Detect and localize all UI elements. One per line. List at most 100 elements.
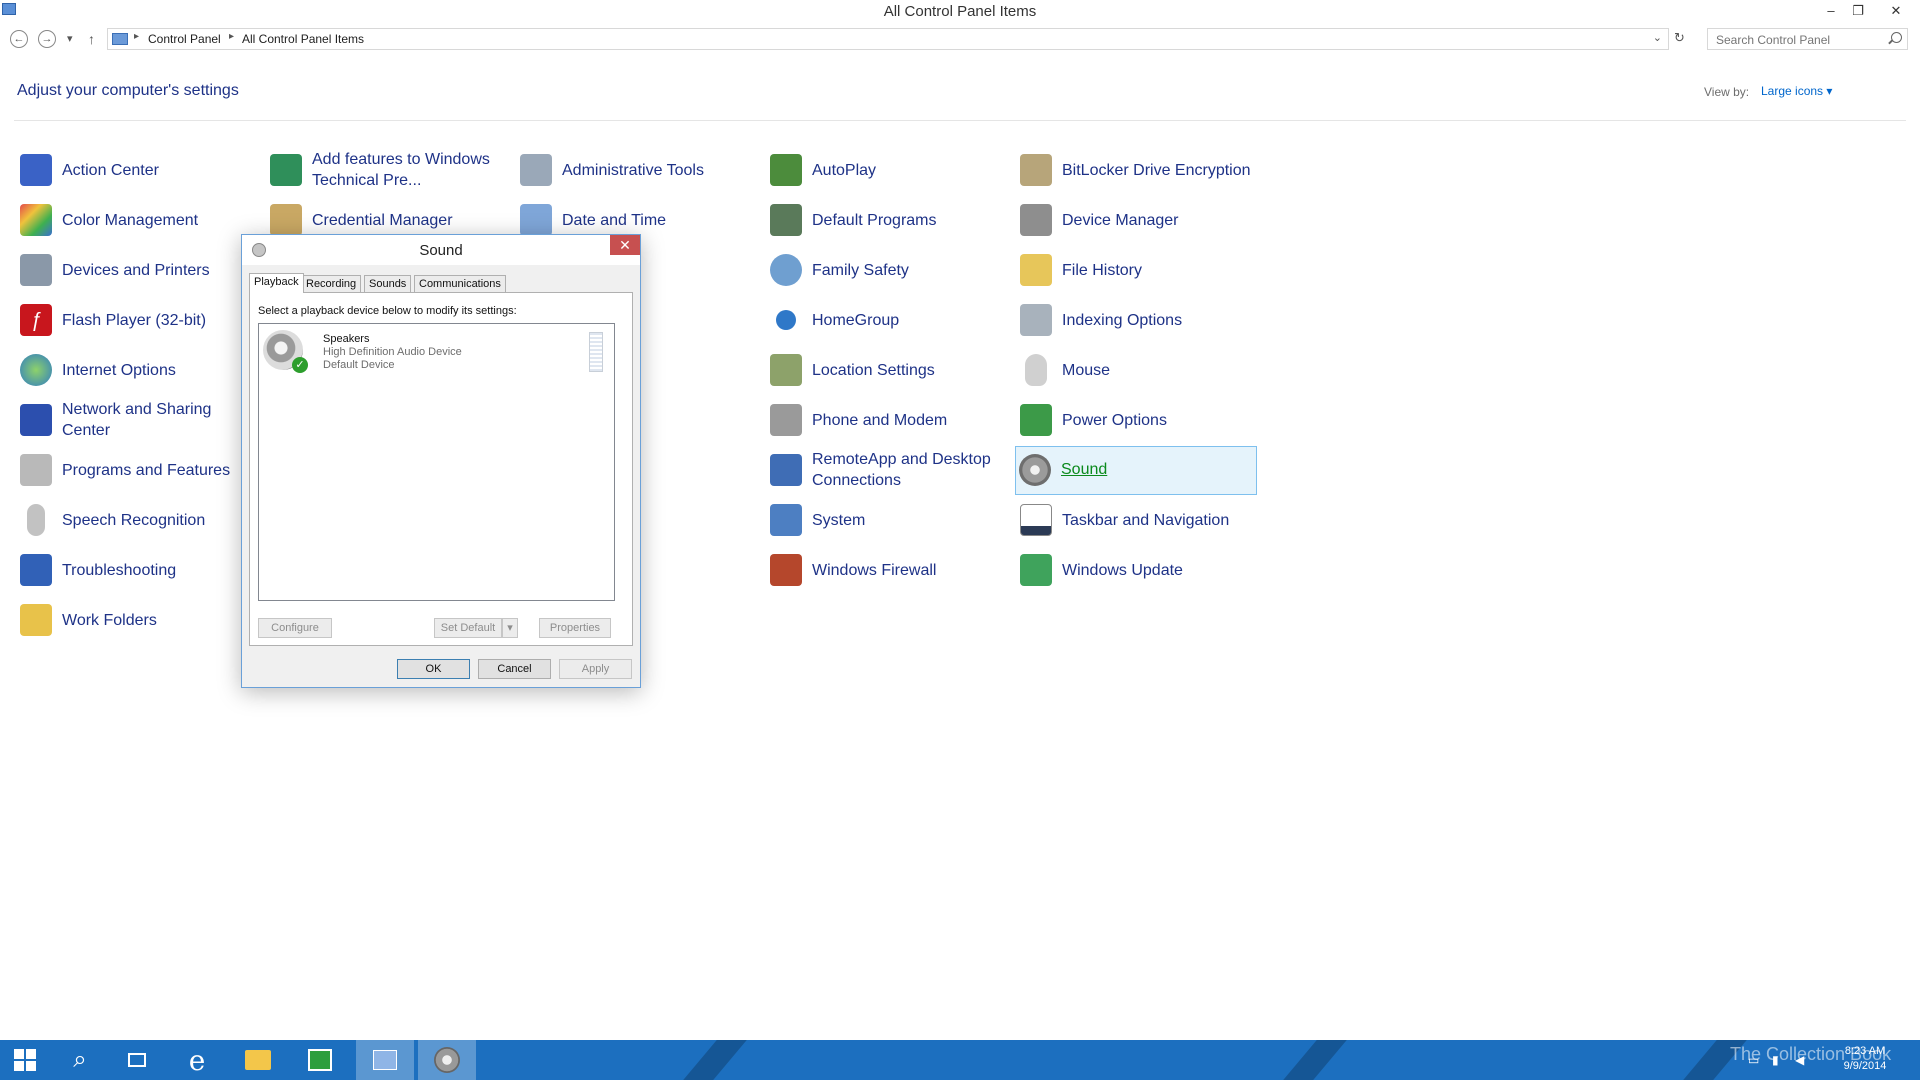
item-bitlocker[interactable]: BitLocker Drive Encryption — [1017, 148, 1262, 192]
start-button[interactable] — [0, 1040, 50, 1080]
item-windows-update[interactable]: Windows Update — [1017, 548, 1262, 592]
cancel-button[interactable]: Cancel — [478, 659, 551, 679]
properties-button[interactable]: Properties — [539, 618, 611, 638]
set-default-button[interactable]: Set Default — [434, 618, 502, 638]
close-window-button[interactable]: ✕ — [1883, 0, 1909, 22]
item-devices-printers[interactable]: Devices and Printers — [17, 248, 262, 292]
back-button[interactable]: ← — [10, 30, 28, 48]
item-power-options[interactable]: Power Options — [1017, 398, 1262, 442]
device-status: Default Device — [323, 359, 395, 371]
task-view-button[interactable] — [112, 1040, 162, 1080]
item-indexing-options[interactable]: Indexing Options — [1017, 298, 1262, 342]
item-speech-recognition[interactable]: Speech Recognition — [17, 498, 262, 542]
search-icon[interactable] — [1891, 32, 1902, 43]
item-phone-modem[interactable]: Phone and Modem — [767, 398, 1012, 442]
homegroup-icon — [776, 310, 796, 330]
address-dropdown-icon[interactable]: ⌄ — [1653, 31, 1662, 44]
color-management-icon — [20, 204, 52, 236]
file-history-icon — [1020, 254, 1052, 286]
item-programs-features[interactable]: Programs and Features — [17, 448, 262, 492]
item-mouse[interactable]: Mouse — [1017, 348, 1262, 392]
volume-tray-icon[interactable]: ◀ — [1795, 1053, 1804, 1080]
item-default-programs[interactable]: Default Programs — [767, 198, 1012, 242]
action-center-tray-icon[interactable]: ▭ — [1748, 1053, 1759, 1080]
address-bar[interactable]: ▸ Control Panel ▸ All Control Panel Item… — [107, 28, 1669, 50]
recent-locations-button[interactable]: ▾ — [67, 30, 73, 48]
set-default-dropdown-button[interactable]: ▾ — [502, 618, 518, 638]
item-windows-firewall[interactable]: Windows Firewall — [767, 548, 1012, 592]
file-explorer-button[interactable] — [233, 1040, 283, 1080]
control-panel-icon — [112, 33, 128, 45]
control-panel-taskbar-button[interactable] — [356, 1040, 414, 1080]
default-check-icon: ✓ — [292, 357, 308, 373]
up-button[interactable]: ↑ — [88, 30, 95, 48]
breadcrumb-all-items[interactable]: All Control Panel Items — [242, 32, 364, 46]
tab-recording[interactable]: Recording — [301, 275, 362, 292]
item-add-features[interactable]: Add features to Windows Technical Pre... — [267, 148, 512, 192]
folder-icon — [245, 1050, 271, 1070]
taskbar: ⌕ e The Collection Book ▭ ▮ ◀ 8:23 AM 9/… — [0, 1040, 1920, 1080]
view-by-dropdown[interactable]: Large icons ▾ — [1761, 84, 1832, 98]
item-flash-player[interactable]: ƒ Flash Player (32-bit) — [17, 298, 262, 342]
sound-taskbar-button[interactable] — [418, 1040, 476, 1080]
family-safety-icon — [770, 254, 802, 286]
item-work-folders[interactable]: Work Folders — [17, 598, 262, 642]
refresh-icon[interactable]: ↻ — [1674, 30, 1685, 46]
item-taskbar-navigation[interactable]: Taskbar and Navigation — [1017, 498, 1262, 542]
item-action-center[interactable]: Action Center — [17, 148, 262, 192]
item-network-sharing[interactable]: Network and Sharing Center — [17, 398, 262, 442]
search-box[interactable] — [1707, 28, 1908, 50]
device-manager-icon — [1020, 204, 1052, 236]
breadcrumb-control-panel[interactable]: Control Panel — [148, 32, 221, 46]
tab-communications[interactable]: Communications — [414, 275, 506, 292]
item-file-history[interactable]: File History — [1017, 248, 1262, 292]
item-internet-options[interactable]: Internet Options — [17, 348, 262, 392]
dialog-title: Sound — [419, 242, 463, 259]
sound-dialog: Sound ✕ Playback Recording Sounds Commun… — [241, 234, 641, 688]
item-troubleshooting[interactable]: Troubleshooting — [17, 548, 262, 592]
item-autoplay[interactable]: AutoPlay — [767, 148, 1012, 192]
breadcrumb-separator-icon[interactable]: ▸ — [134, 31, 139, 42]
dialog-close-button[interactable]: ✕ — [610, 235, 640, 255]
search-icon: ⌕ — [73, 1046, 87, 1073]
minimize-button[interactable]: – — [1818, 0, 1844, 22]
network-tray-icon[interactable]: ▮ — [1772, 1053, 1779, 1080]
flash-icon: ƒ — [20, 304, 52, 336]
search-taskbar-button[interactable]: ⌕ — [55, 1040, 105, 1080]
apply-button[interactable]: Apply — [559, 659, 632, 679]
item-device-manager[interactable]: Device Manager — [1017, 198, 1262, 242]
internet-explorer-button[interactable]: e — [172, 1040, 222, 1080]
system-icon — [770, 504, 802, 536]
item-remoteapp[interactable]: RemoteApp and Desktop Connections — [767, 448, 1012, 492]
volume-level-meter — [589, 332, 603, 372]
item-location-settings[interactable]: Location Settings — [767, 348, 1012, 392]
playback-device-list[interactable]: ✓ Speakers High Definition Audio Device … — [258, 323, 615, 601]
forward-button[interactable]: → — [38, 30, 56, 48]
item-sound[interactable]: Sound — [1015, 446, 1257, 495]
location-icon — [770, 354, 802, 386]
device-driver: High Definition Audio Device — [323, 346, 462, 358]
credential-vault-icon — [270, 204, 302, 236]
item-homegroup[interactable]: HomeGroup — [767, 298, 1012, 342]
restore-button[interactable]: ❐ — [1845, 0, 1871, 22]
breadcrumb-separator-icon[interactable]: ▸ — [229, 31, 234, 42]
item-system[interactable]: System — [767, 498, 1012, 542]
item-family-safety[interactable]: Family Safety — [767, 248, 1012, 292]
item-color-management[interactable]: Color Management — [17, 198, 262, 242]
ok-button[interactable]: OK — [397, 659, 470, 679]
item-administrative-tools[interactable]: Administrative Tools — [517, 148, 762, 192]
search-input[interactable] — [1714, 30, 1888, 50]
store-button[interactable] — [295, 1040, 345, 1080]
system-clock[interactable]: 8:23 AM 9/9/2014 — [1830, 1044, 1900, 1074]
tab-sounds[interactable]: Sounds — [364, 275, 412, 292]
tab-playback[interactable]: Playback — [249, 273, 304, 293]
dialog-title-bar: Sound ✕ — [242, 235, 640, 265]
autoplay-icon — [770, 154, 802, 186]
configure-button[interactable]: Configure — [258, 618, 332, 638]
window-title: All Control Panel Items — [883, 3, 1037, 20]
windows-logo-icon — [14, 1049, 36, 1071]
speaker-icon — [1019, 454, 1051, 486]
task-view-icon — [128, 1053, 146, 1067]
mouse-icon — [1025, 354, 1047, 386]
playback-panel: Select a playback device below to modify… — [249, 292, 633, 646]
